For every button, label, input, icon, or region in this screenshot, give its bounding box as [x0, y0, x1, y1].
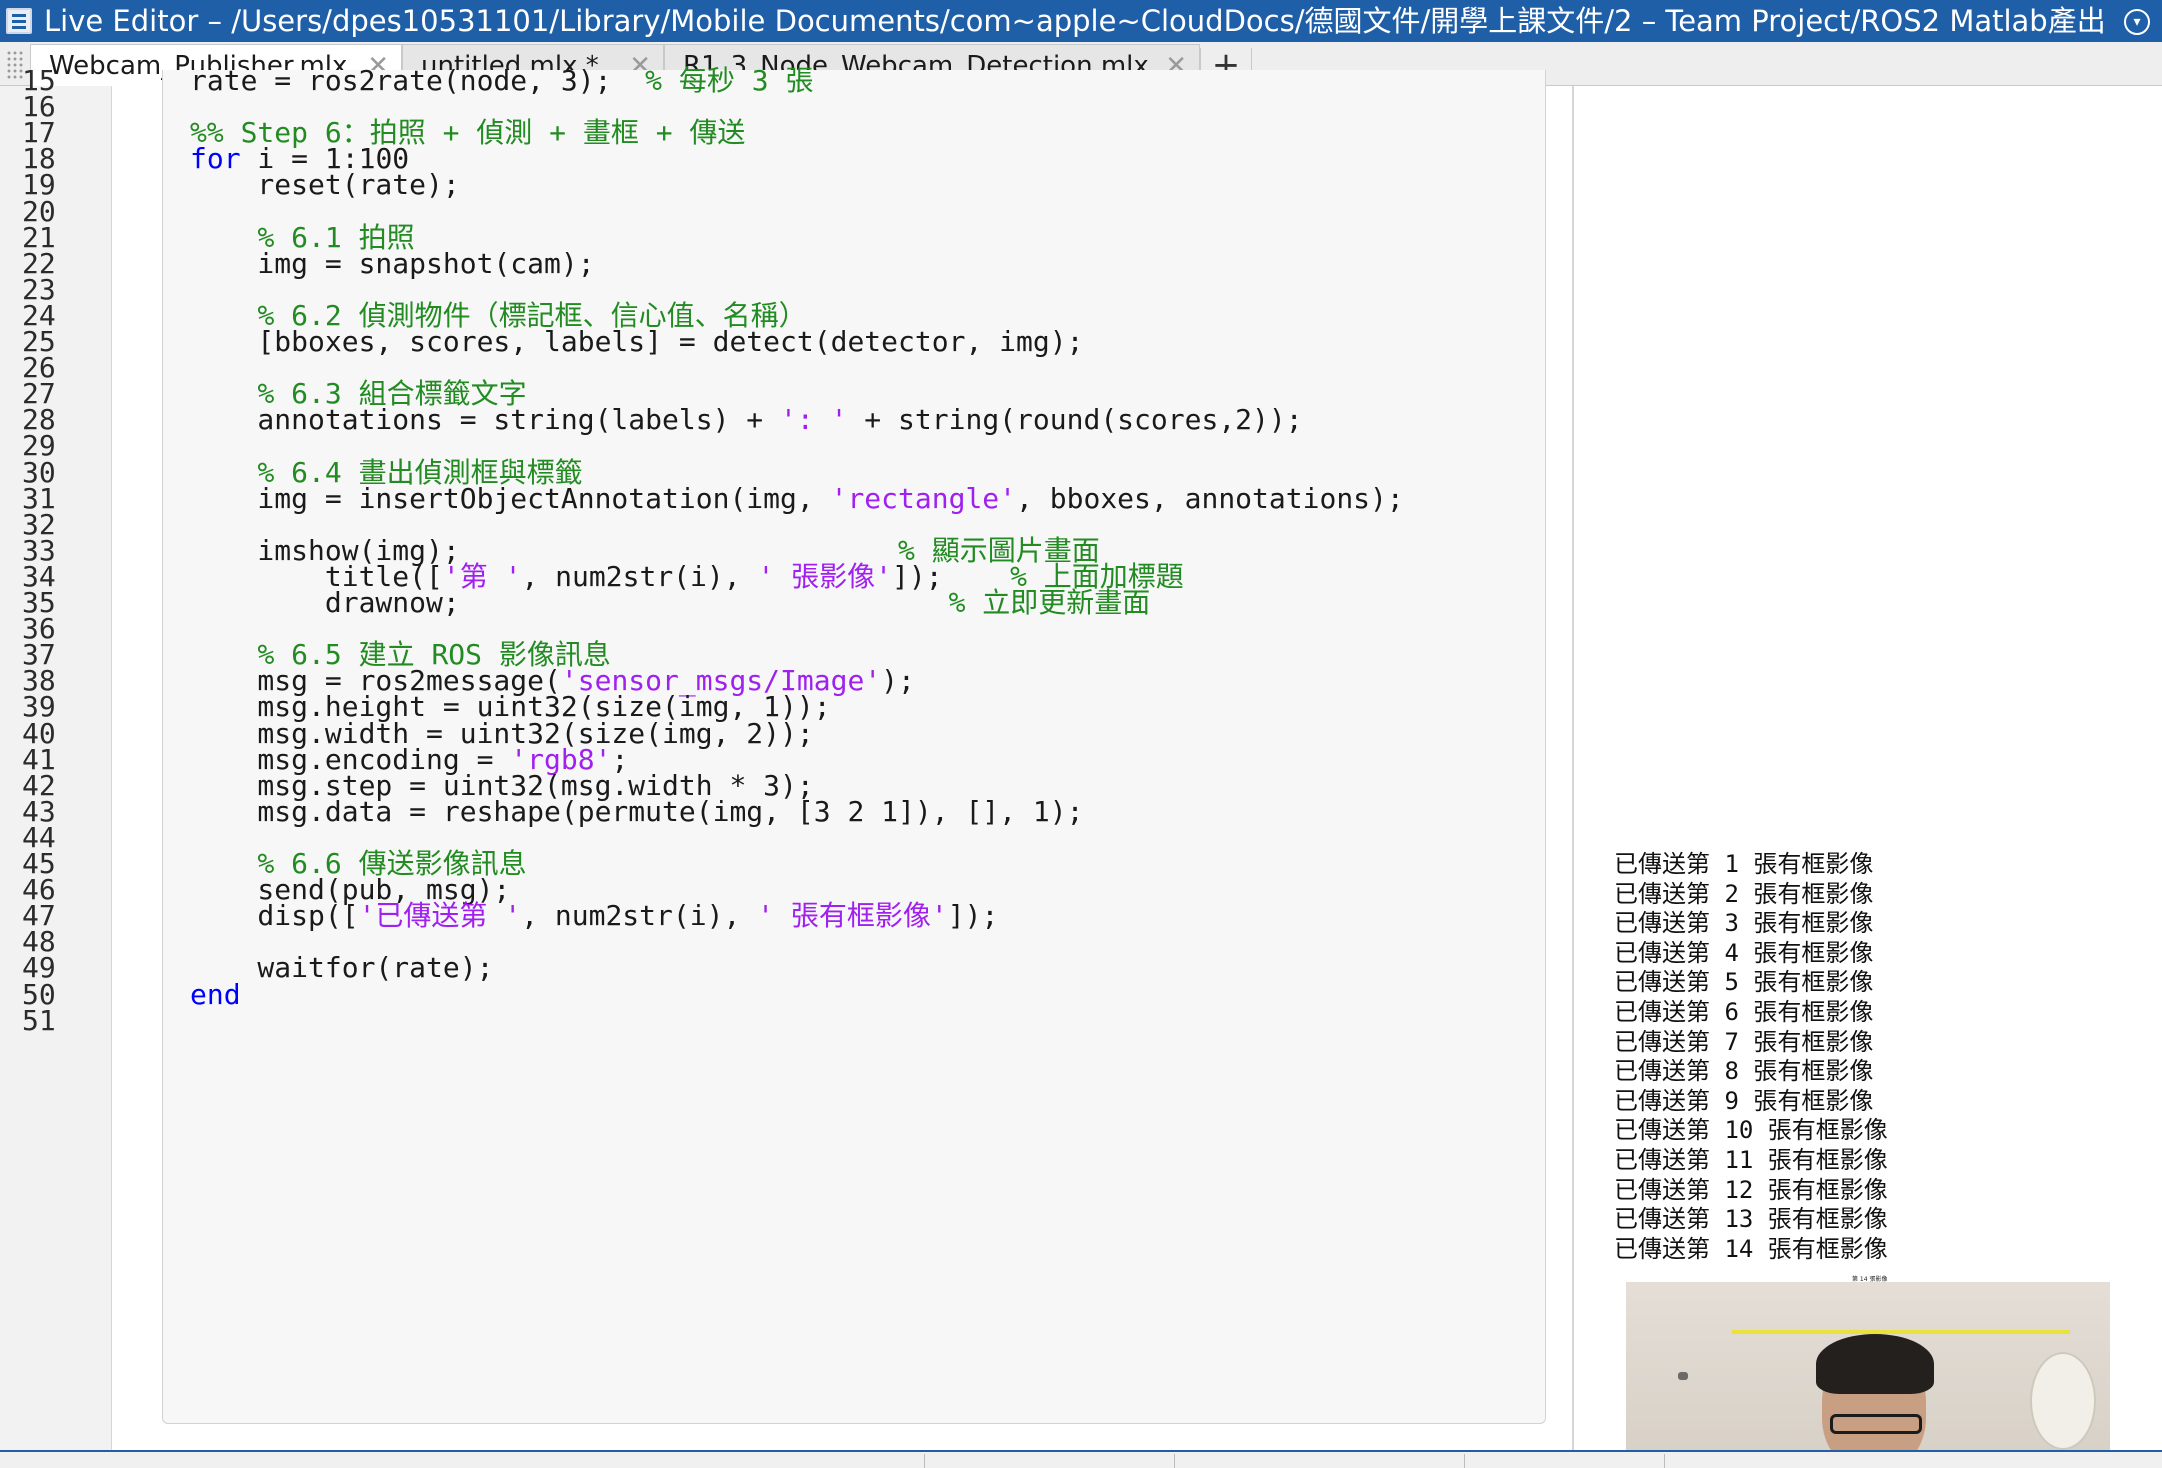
code-token: rate = ros2rate(node, 3); — [190, 64, 646, 97]
window-title: Live Editor – /Users/dpes10531101/Librar… — [44, 4, 2104, 38]
code-line[interactable]: [bboxes, scores, labels] = detect(detect… — [190, 325, 1083, 359]
comment-token: % 每秒 3 張 — [645, 64, 814, 97]
status-segment — [924, 1454, 925, 1468]
detection-label-bar — [1732, 1330, 2070, 1334]
output-line: 已傳送第 4 張有框影像 — [1614, 938, 1874, 967]
code-token: + string(round(scores,2)); — [847, 403, 1303, 437]
output-line: 已傳送第 9 張有框影像 — [1614, 1086, 1874, 1115]
wall-fixture — [1678, 1372, 1688, 1380]
code-token: annotations = string(labels) + — [190, 403, 781, 437]
output-line: 已傳送第 11 張有框影像 — [1614, 1145, 1888, 1174]
chevron-down-circle-icon[interactable]: ▾ — [2124, 9, 2150, 35]
output-line: 已傳送第 12 張有框影像 — [1614, 1175, 1888, 1204]
code-token: , num2str(i), — [521, 899, 758, 933]
string-token: ' 張有框影像' — [757, 899, 948, 933]
output-line: 已傳送第 10 張有框影像 — [1614, 1116, 1888, 1145]
output-line: 已傳送第 14 張有框影像 — [1614, 1234, 1888, 1263]
status-segment — [1174, 1454, 1175, 1468]
code-line[interactable]: msg.data = reshape(permute(img, [3 2 1])… — [190, 795, 1083, 829]
code-token: ); — [881, 664, 915, 698]
code-token: [bboxes, scores, labels] = detect(detect… — [190, 325, 1084, 358]
code-line[interactable]: img = insertObjectAnnotation(img, 'recta… — [190, 481, 1404, 516]
code-line[interactable]: end — [190, 978, 241, 1012]
output-line: 已傳送第 6 張有框影像 — [1614, 997, 1874, 1026]
comment-token: % 立即更新畫面 — [948, 586, 1151, 619]
string-token: 'rectangle' — [830, 481, 1017, 515]
line-number: 51 — [22, 1003, 56, 1037]
status-segment — [1664, 1454, 1665, 1468]
code-line[interactable]: drawnow; % 立即更新畫面 — [190, 586, 1150, 620]
output-line: 已傳送第 3 張有框影像 — [1614, 909, 1874, 938]
output-line: 已傳送第 8 張有框影像 — [1614, 1057, 1874, 1086]
code-token: disp([ — [190, 899, 359, 933]
status-bar — [0, 1450, 2162, 1468]
status-segment — [1464, 1454, 1465, 1468]
figure-output-image[interactable] — [1626, 1282, 2110, 1450]
output-line: 已傳送第 2 張有框影像 — [1614, 879, 1874, 908]
string-token: ': ' — [780, 403, 848, 437]
code-token: drawnow; — [190, 586, 949, 619]
lamp-shape — [2030, 1352, 2096, 1450]
pane-splitter[interactable] — [1572, 86, 1574, 1450]
code-token: reset(rate); — [190, 168, 460, 202]
output-line: 已傳送第 5 張有框影像 — [1614, 968, 1874, 997]
output-pane: 已傳送第 1 張有框影像 已傳送第 2 張有框影像 已傳送第 3 張有框影像 已傳送第… — [1614, 850, 1888, 1264]
string-token: '已傳送第 ' — [358, 899, 522, 933]
code-token: , bboxes, annotations); — [1016, 481, 1404, 515]
live-editor-icon — [6, 8, 32, 34]
glasses — [1830, 1414, 1922, 1434]
code-token: img = snapshot(cam); — [190, 246, 595, 280]
code-line[interactable]: annotations = string(labels) + ': ' + st… — [190, 403, 1303, 437]
code-line[interactable]: img = snapshot(cam); — [190, 246, 595, 281]
code-line[interactable]: rate = ros2rate(node, 3); % 每秒 3 張 — [190, 64, 813, 98]
code-token: msg.data = reshape(permute(img, [3 2 1])… — [190, 794, 1084, 828]
title-bar: Live Editor – /Users/dpes10531101/Librar… — [0, 0, 2162, 42]
output-line: 已傳送第 1 張有框影像 — [1614, 850, 1874, 878]
code-line[interactable]: disp(['已傳送第 ', num2str(i), ' 張有框影像']); — [190, 899, 998, 933]
code-line[interactable]: reset(rate); — [190, 168, 460, 202]
code-token: img = insertObjectAnnotation(img, — [190, 481, 831, 515]
output-line: 已傳送第 13 張有框影像 — [1614, 1205, 1888, 1234]
keyword-token: end — [190, 977, 241, 1011]
output-line: 已傳送第 7 張有框影像 — [1614, 1027, 1874, 1056]
code-token: ]); — [947, 899, 999, 933]
person-hair — [1816, 1334, 1934, 1394]
